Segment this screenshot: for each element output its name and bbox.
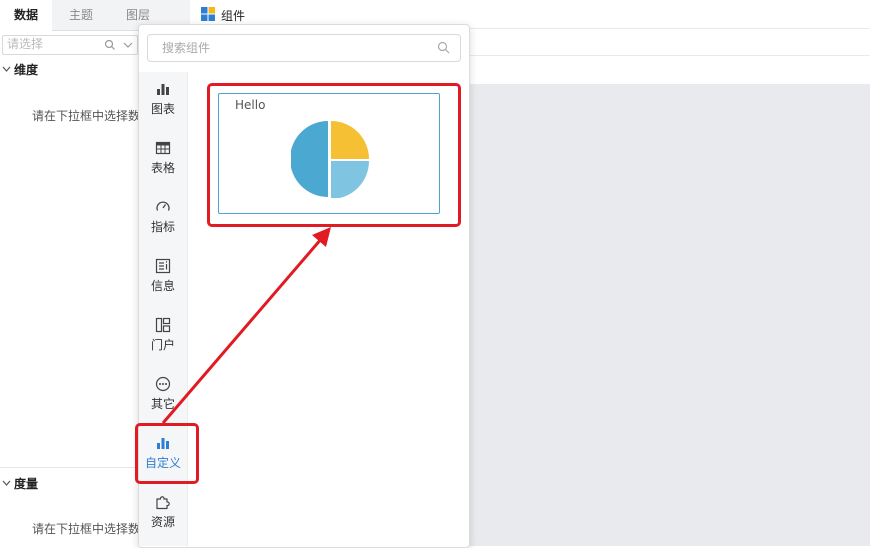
component-search[interactable] bbox=[147, 34, 461, 62]
more-dots-icon bbox=[155, 376, 171, 392]
category-other[interactable]: 其它 bbox=[139, 367, 187, 417]
gauge-icon bbox=[156, 201, 170, 211]
dimension-hint: 请在下拉框中选择数 bbox=[32, 109, 141, 123]
category-info[interactable]: 信息 bbox=[139, 249, 187, 299]
measure-hint: 请在下拉框中选择数 bbox=[32, 522, 141, 536]
dimension-label: 维度 bbox=[14, 63, 39, 77]
category-label: 其它 bbox=[150, 397, 175, 411]
category-label: 资源 bbox=[150, 515, 175, 529]
category-chart[interactable]: 图表 bbox=[139, 72, 187, 122]
info-text-icon bbox=[155, 258, 171, 274]
table-icon bbox=[155, 141, 171, 155]
category-label: 图表 bbox=[150, 102, 175, 116]
tab-data[interactable]: 数据 bbox=[0, 0, 52, 31]
dataset-select-input[interactable] bbox=[7, 37, 97, 51]
category-resource[interactable]: 资源 bbox=[139, 485, 187, 535]
puzzle-icon bbox=[156, 496, 170, 510]
category-portal[interactable]: 门户 bbox=[139, 308, 187, 358]
category-label: 门户 bbox=[150, 338, 175, 352]
components-menu-title[interactable]: 组件 bbox=[221, 7, 245, 24]
portal-layout-icon bbox=[155, 317, 171, 333]
search-icon[interactable] bbox=[437, 41, 450, 54]
measure-label: 度量 bbox=[14, 477, 39, 491]
bar-chart-icon bbox=[157, 84, 169, 95]
category-label: 信息 bbox=[150, 279, 175, 293]
component-grid-icon bbox=[201, 7, 215, 21]
tab-theme[interactable]: 主题 bbox=[52, 0, 110, 30]
measure-header[interactable]: 度量 bbox=[0, 474, 38, 494]
highlight-custom-category-box bbox=[135, 423, 199, 484]
chevron-down-icon bbox=[2, 474, 14, 494]
category-indicator[interactable]: 指标 bbox=[139, 190, 187, 240]
category-label: 指标 bbox=[150, 220, 175, 234]
category-table[interactable]: 表格 bbox=[139, 131, 187, 181]
dimension-header[interactable]: 维度 bbox=[0, 60, 38, 80]
search-icon[interactable] bbox=[104, 39, 116, 51]
component-search-input[interactable] bbox=[162, 40, 422, 56]
chevron-down-icon bbox=[2, 60, 14, 80]
dashboard-canvas[interactable] bbox=[468, 84, 870, 546]
category-label: 表格 bbox=[150, 161, 175, 175]
highlight-card-box bbox=[207, 83, 461, 227]
dataset-select[interactable] bbox=[2, 35, 138, 55]
chevron-down-icon[interactable] bbox=[123, 39, 133, 51]
